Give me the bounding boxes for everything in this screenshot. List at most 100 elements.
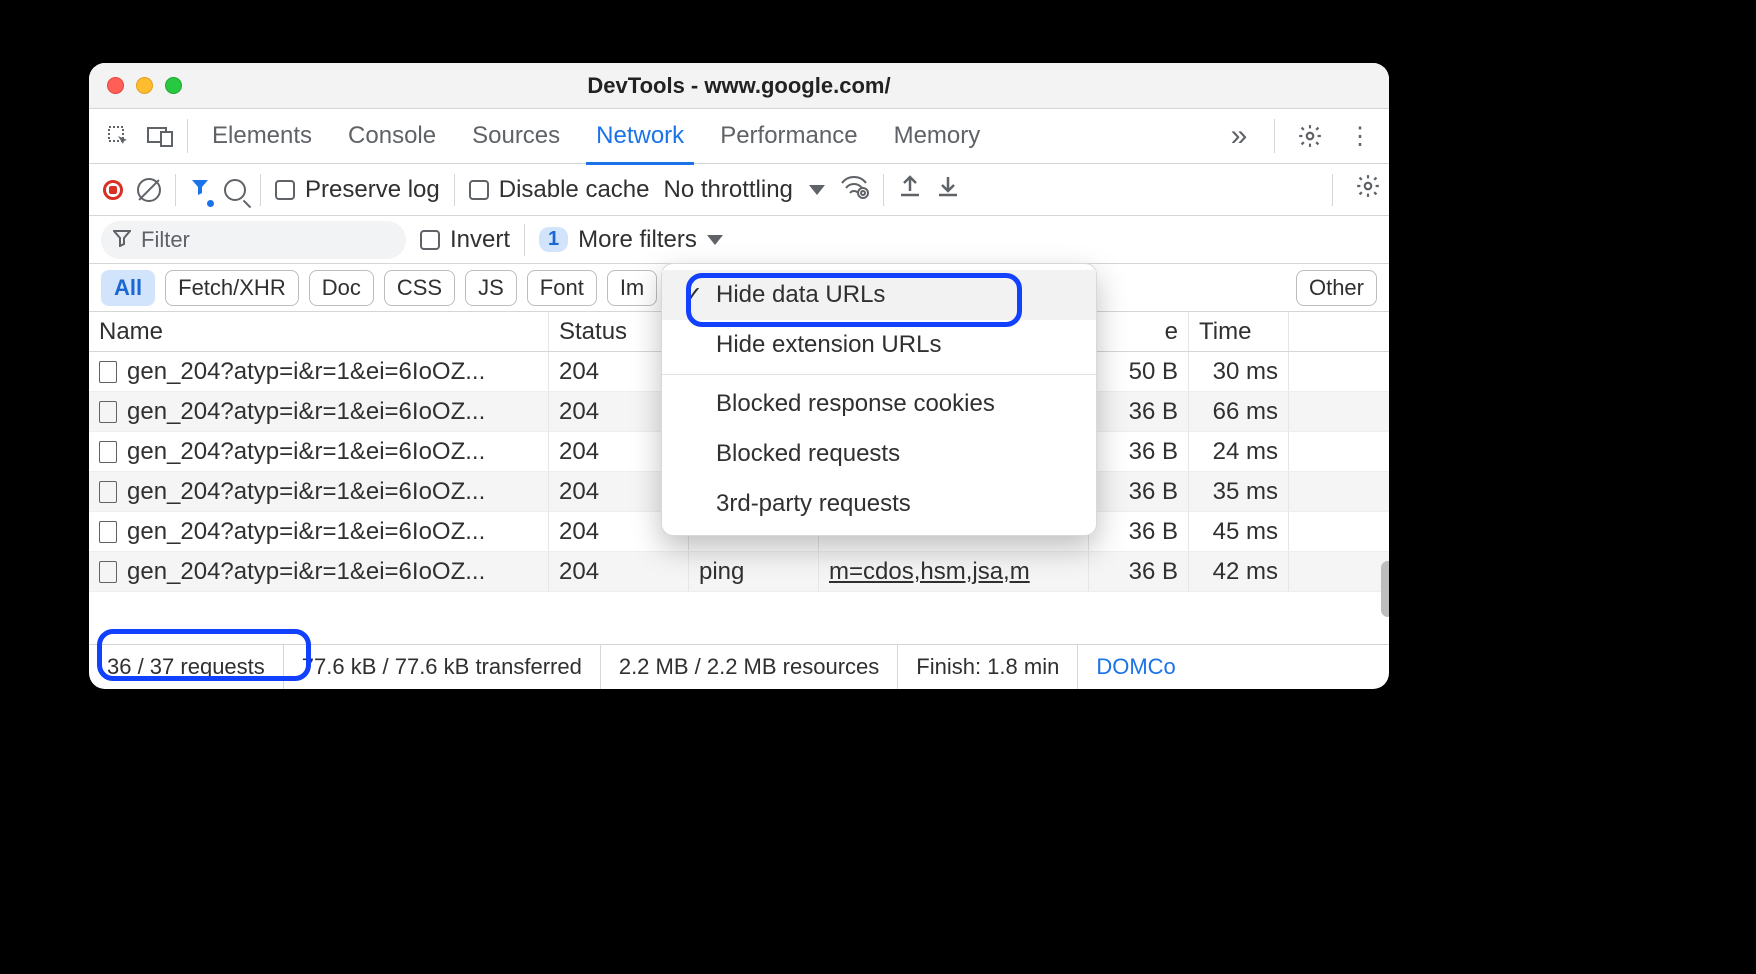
throttling-select[interactable]: No throttling bbox=[663, 176, 824, 204]
window-title: DevTools - www.google.com/ bbox=[89, 73, 1389, 99]
disable-cache-checkbox[interactable] bbox=[469, 180, 489, 200]
preserve-log-label: Preserve log bbox=[305, 176, 440, 204]
record-button[interactable] bbox=[103, 180, 123, 200]
cell-name: gen_204?atyp=i&r=1&ei=6IoOZ... bbox=[89, 392, 549, 431]
scrollbar-thumb[interactable] bbox=[1381, 561, 1389, 617]
kebab-menu-icon[interactable]: ⋮ bbox=[1339, 115, 1381, 157]
cell-status: 204 bbox=[549, 552, 689, 591]
invert-checkbox[interactable] bbox=[420, 230, 440, 250]
tabs-container: ElementsConsoleSourcesNetworkPerformance… bbox=[194, 109, 998, 164]
cell-size: 36 B bbox=[1089, 512, 1189, 551]
table-row[interactable]: gen_204?atyp=i&r=1&ei=6IoOZ...204pingm=c… bbox=[89, 552, 1389, 592]
status-transferred: 77.6 kB / 77.6 kB transferred bbox=[284, 645, 601, 689]
toolbar-divider-5 bbox=[1332, 174, 1333, 206]
col-size-header[interactable]: e bbox=[1089, 312, 1189, 351]
more-filters-count-badge: 1 bbox=[539, 227, 568, 252]
cell-time: 42 ms bbox=[1189, 552, 1289, 591]
toolbar-divider-4 bbox=[883, 174, 884, 206]
dropdown-item-hide-data-urls[interactable]: ✓Hide data URLs bbox=[662, 270, 1096, 320]
type-filter-fetchxhr[interactable]: Fetch/XHR bbox=[165, 270, 299, 306]
inspect-element-icon[interactable] bbox=[97, 115, 139, 157]
tab-network[interactable]: Network bbox=[578, 109, 702, 164]
status-requests: 36 / 37 requests bbox=[89, 645, 284, 689]
cell-time: 66 ms bbox=[1189, 392, 1289, 431]
cell-size: 36 B bbox=[1089, 552, 1189, 591]
cell-name: gen_204?atyp=i&r=1&ei=6IoOZ... bbox=[89, 432, 549, 471]
more-filters-dropdown: ✓Hide data URLs Hide extension URLs Blocke… bbox=[661, 263, 1097, 536]
disable-cache-label: Disable cache bbox=[499, 176, 650, 204]
preserve-log-checkbox[interactable] bbox=[275, 180, 295, 200]
network-toolbar: Preserve log Disable cache No throttling bbox=[89, 164, 1389, 216]
status-bar: 36 / 37 requests 77.6 kB / 77.6 kB trans… bbox=[89, 645, 1389, 689]
document-icon bbox=[99, 561, 117, 583]
window-titlebar: DevTools - www.google.com/ bbox=[89, 63, 1389, 109]
status-domcontent: DOMCo bbox=[1078, 645, 1193, 689]
dropdown-item-blocked-requests[interactable]: Blocked requests bbox=[662, 429, 1096, 479]
maximize-window-button[interactable] bbox=[165, 77, 182, 94]
filterbar-divider bbox=[524, 224, 525, 256]
search-icon[interactable] bbox=[224, 179, 246, 201]
cell-name: gen_204?atyp=i&r=1&ei=6IoOZ... bbox=[89, 552, 549, 591]
tab-memory[interactable]: Memory bbox=[876, 109, 999, 164]
filter-placeholder: Filter bbox=[141, 227, 190, 253]
chevron-down-icon bbox=[707, 235, 723, 245]
window-traffic-lights bbox=[89, 77, 182, 94]
more-filters-button[interactable]: 1 More filters bbox=[539, 226, 723, 254]
type-filter-css[interactable]: CSS bbox=[384, 270, 455, 306]
disable-cache-option[interactable]: Disable cache bbox=[469, 176, 650, 204]
col-time-header[interactable]: Time bbox=[1189, 312, 1289, 351]
cell-time: 35 ms bbox=[1189, 472, 1289, 511]
tab-console[interactable]: Console bbox=[330, 109, 454, 164]
devtools-window: DevTools - www.google.com/ ElementsConso… bbox=[89, 63, 1389, 689]
dropdown-item-label: Blocked requests bbox=[716, 440, 900, 468]
settings-gear-icon[interactable] bbox=[1289, 115, 1331, 157]
type-filter-im[interactable]: Im bbox=[607, 270, 657, 306]
filter-toggle-icon[interactable] bbox=[190, 177, 210, 203]
filter-bar: Filter Invert 1 More filters bbox=[89, 216, 1389, 264]
dropdown-separator bbox=[662, 374, 1096, 375]
type-filter-other[interactable]: Other bbox=[1296, 270, 1377, 306]
invert-label: Invert bbox=[450, 226, 510, 254]
download-har-icon[interactable] bbox=[936, 173, 960, 206]
dropdown-item-label: 3rd-party requests bbox=[716, 490, 911, 518]
col-name-header[interactable]: Name bbox=[89, 312, 549, 351]
document-icon bbox=[99, 481, 117, 503]
dropdown-item-blocked-response-cookies[interactable]: Blocked response cookies bbox=[662, 379, 1096, 429]
funnel-icon bbox=[113, 227, 131, 253]
toolbar-divider-3 bbox=[454, 174, 455, 206]
tab-performance[interactable]: Performance bbox=[702, 109, 875, 164]
tab-elements[interactable]: Elements bbox=[194, 109, 330, 164]
type-filter-font[interactable]: Font bbox=[527, 270, 597, 306]
document-icon bbox=[99, 441, 117, 463]
cell-type: ping bbox=[689, 552, 819, 591]
network-conditions-icon[interactable] bbox=[839, 173, 869, 206]
type-filter-doc[interactable]: Doc bbox=[309, 270, 374, 306]
cell-time: 45 ms bbox=[1189, 512, 1289, 551]
filter-input[interactable]: Filter bbox=[101, 221, 406, 259]
device-toolbar-icon[interactable] bbox=[139, 115, 181, 157]
cell-name: gen_204?atyp=i&r=1&ei=6IoOZ... bbox=[89, 352, 549, 391]
upload-har-icon[interactable] bbox=[898, 173, 922, 206]
cell-size: 36 B bbox=[1089, 392, 1189, 431]
dropdown-item-label: Hide extension URLs bbox=[716, 331, 941, 359]
document-icon bbox=[99, 361, 117, 383]
invert-option[interactable]: Invert bbox=[420, 226, 510, 254]
more-tabs-icon[interactable]: » bbox=[1218, 115, 1260, 157]
close-window-button[interactable] bbox=[107, 77, 124, 94]
dropdown-item-hide-extension-urls[interactable]: Hide extension URLs bbox=[662, 320, 1096, 370]
panel-tab-bar: ElementsConsoleSourcesNetworkPerformance… bbox=[89, 109, 1389, 164]
clear-button[interactable] bbox=[137, 178, 161, 202]
check-icon: ✓ bbox=[680, 281, 706, 310]
tab-sources[interactable]: Sources bbox=[454, 109, 578, 164]
network-settings-gear-icon[interactable] bbox=[1355, 173, 1381, 206]
cell-size: 50 B bbox=[1089, 352, 1189, 391]
tab-right-divider bbox=[1274, 119, 1275, 153]
type-filter-all[interactable]: All bbox=[101, 270, 155, 306]
preserve-log-option[interactable]: Preserve log bbox=[275, 176, 440, 204]
minimize-window-button[interactable] bbox=[136, 77, 153, 94]
dropdown-item--rd-party-requests[interactable]: 3rd-party requests bbox=[662, 479, 1096, 529]
cell-time: 24 ms bbox=[1189, 432, 1289, 471]
dropdown-item-label: Blocked response cookies bbox=[716, 390, 995, 418]
type-filter-js[interactable]: JS bbox=[465, 270, 517, 306]
toolbar-divider bbox=[175, 174, 176, 206]
